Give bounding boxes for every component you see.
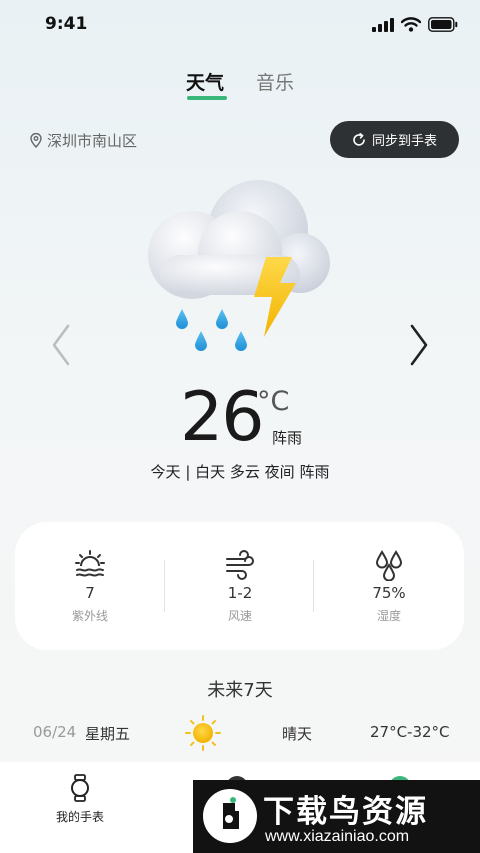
watermark-banner: 下载鸟资源 www.xiazainiao.com	[193, 780, 480, 853]
metric-humidity-label: 湿度	[376, 609, 401, 623]
forecast-weekday: 星期五	[85, 725, 131, 743]
metric-humidity: 75% 湿度	[314, 522, 464, 650]
uv-sunrise-icon	[75, 550, 105, 577]
location-pin-icon	[30, 133, 42, 148]
location[interactable]: 深圳市南山区	[30, 130, 137, 151]
wifi-icon	[401, 17, 421, 32]
forecast-temperature-range: 27°C-32°C	[370, 723, 450, 741]
metric-uv: 7 紫外线	[15, 522, 165, 650]
location-name: 深圳市南山区	[47, 132, 138, 150]
metric-uv-label: 紫外线	[71, 609, 108, 623]
bird-logo-icon	[223, 797, 239, 829]
today-forecast-line: 今天 | 白天 多云 夜间 阵雨	[150, 463, 330, 481]
temperature-unit: °C	[257, 386, 290, 417]
metric-wind-value: 1-2	[227, 584, 253, 602]
watch-icon	[71, 774, 89, 802]
sync-to-watch-button[interactable]: 同步到手表	[330, 121, 459, 158]
watermark-url: www.xiazainiao.com	[265, 828, 410, 845]
status-bar: 9:41	[0, 0, 480, 52]
sun-icon	[185, 715, 221, 751]
nav-my-watch[interactable]: 我的手表	[38, 774, 122, 825]
refresh-icon	[353, 132, 365, 146]
sync-button-label: 同步到手表	[371, 134, 437, 149]
metric-humidity-value: 75%	[372, 584, 406, 602]
battery-icon	[428, 17, 458, 32]
metric-wind: 1-2 风速	[165, 522, 315, 650]
metric-uv-value: 7	[85, 584, 95, 602]
cellular-signal-icon	[372, 17, 394, 32]
top-tabs: 天气 音乐	[0, 68, 480, 104]
metric-wind-label: 风速	[227, 609, 252, 623]
humidity-drops-icon	[375, 550, 403, 581]
cloud-thunder-rain-icon	[148, 180, 330, 351]
current-temperature: 26	[180, 378, 265, 457]
current-condition: 阵雨	[272, 429, 303, 447]
watermark-title: 下载鸟资源	[263, 794, 428, 830]
status-time: 9:41	[45, 14, 88, 34]
previous-arrow-icon[interactable]	[48, 322, 74, 368]
watermark-logo	[203, 789, 257, 843]
status-icons	[372, 17, 458, 32]
weather-metrics-card: 7 紫外线 1-2 风速 75% 湿度	[15, 522, 464, 650]
tab-music[interactable]: 音乐	[256, 68, 294, 95]
active-tab-indicator	[187, 96, 227, 100]
future-forecast-title: 未来7天	[207, 680, 273, 701]
nav-my-watch-label: 我的手表	[55, 810, 104, 824]
forecast-date: 06/24	[33, 723, 77, 741]
next-arrow-icon[interactable]	[406, 322, 432, 368]
tab-weather[interactable]: 天气	[186, 68, 224, 95]
wind-icon	[226, 550, 254, 580]
forecast-condition: 晴天	[282, 725, 313, 743]
forecast-day-row[interactable]: 06/24 星期五 晴天 27°C-32°C	[0, 714, 480, 754]
